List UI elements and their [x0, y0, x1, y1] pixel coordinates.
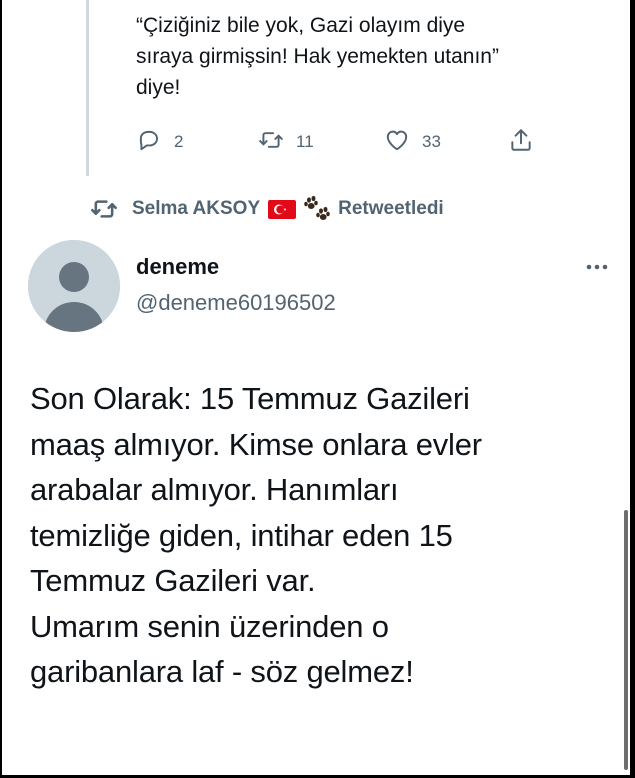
heart-icon — [384, 127, 410, 158]
turkey-flag-icon — [268, 199, 297, 219]
tweet-text-line: temizliğe giden, intihar eden 15 — [30, 517, 453, 553]
retweet-count: 11 — [296, 132, 314, 151]
retweet-icon — [258, 127, 284, 158]
avatar[interactable] — [28, 240, 120, 332]
author-handle[interactable]: @deneme60196502 — [136, 290, 336, 316]
author-display-name[interactable]: deneme — [136, 254, 219, 280]
retweet-banner: Selma AKSOY Retweetledi — [90, 193, 444, 225]
scrollbar[interactable] — [624, 510, 628, 770]
reply-count: 2 — [174, 132, 184, 151]
share-button[interactable] — [508, 124, 534, 160]
like-button[interactable]: 33 — [384, 124, 441, 160]
tweet-text-line: garibanlara laf - söz gelmez! — [30, 654, 414, 689]
retweeted-label: Retweetledi — [338, 198, 444, 219]
more-options-button[interactable] — [580, 254, 614, 280]
share-icon — [508, 127, 534, 158]
like-count: 33 — [422, 132, 441, 151]
tweet-text: Son Olarak: 15 Temmuz Gazileri maaş almı… — [30, 376, 620, 695]
more-icon — [580, 254, 614, 280]
previous-tweet-text: “Çiziğiniz bile yok, Gazi olayım diye sı… — [136, 10, 606, 103]
previous-tweet-line: sıraya girmişsin! Hak yemekten utanın” — [136, 45, 499, 68]
tweet-thread-frame: “Çiziğiniz bile yok, Gazi olayım diye sı… — [2, 0, 630, 775]
tweet-text-line: Son Olarak: 15 Temmuz Gazileri — [30, 381, 470, 416]
retweeter-name-link[interactable]: Selma AKSOY — [132, 198, 260, 220]
previous-tweet-line: “Çiziğiniz bile yok, Gazi olayım diye — [136, 14, 466, 37]
previous-tweet-actions: 2 11 33 — [2, 124, 630, 160]
tweet-text-line: maaş almıyor. Kimse onlara evler — [30, 426, 482, 462]
retweet-button[interactable]: 11 — [258, 124, 314, 160]
tweet-text-line: Umarım senin üzerinden o — [30, 608, 389, 644]
reply-icon — [136, 127, 162, 158]
paw-prints-icon — [302, 195, 332, 223]
reply-button[interactable]: 2 — [136, 124, 183, 160]
tweet-text-line: Temmuz Gazileri var. — [30, 563, 316, 598]
retweet-icon — [90, 195, 118, 223]
previous-tweet-line: diye! — [136, 76, 181, 99]
tweet-text-line: arabalar almıyor. Hanımları — [30, 472, 399, 507]
